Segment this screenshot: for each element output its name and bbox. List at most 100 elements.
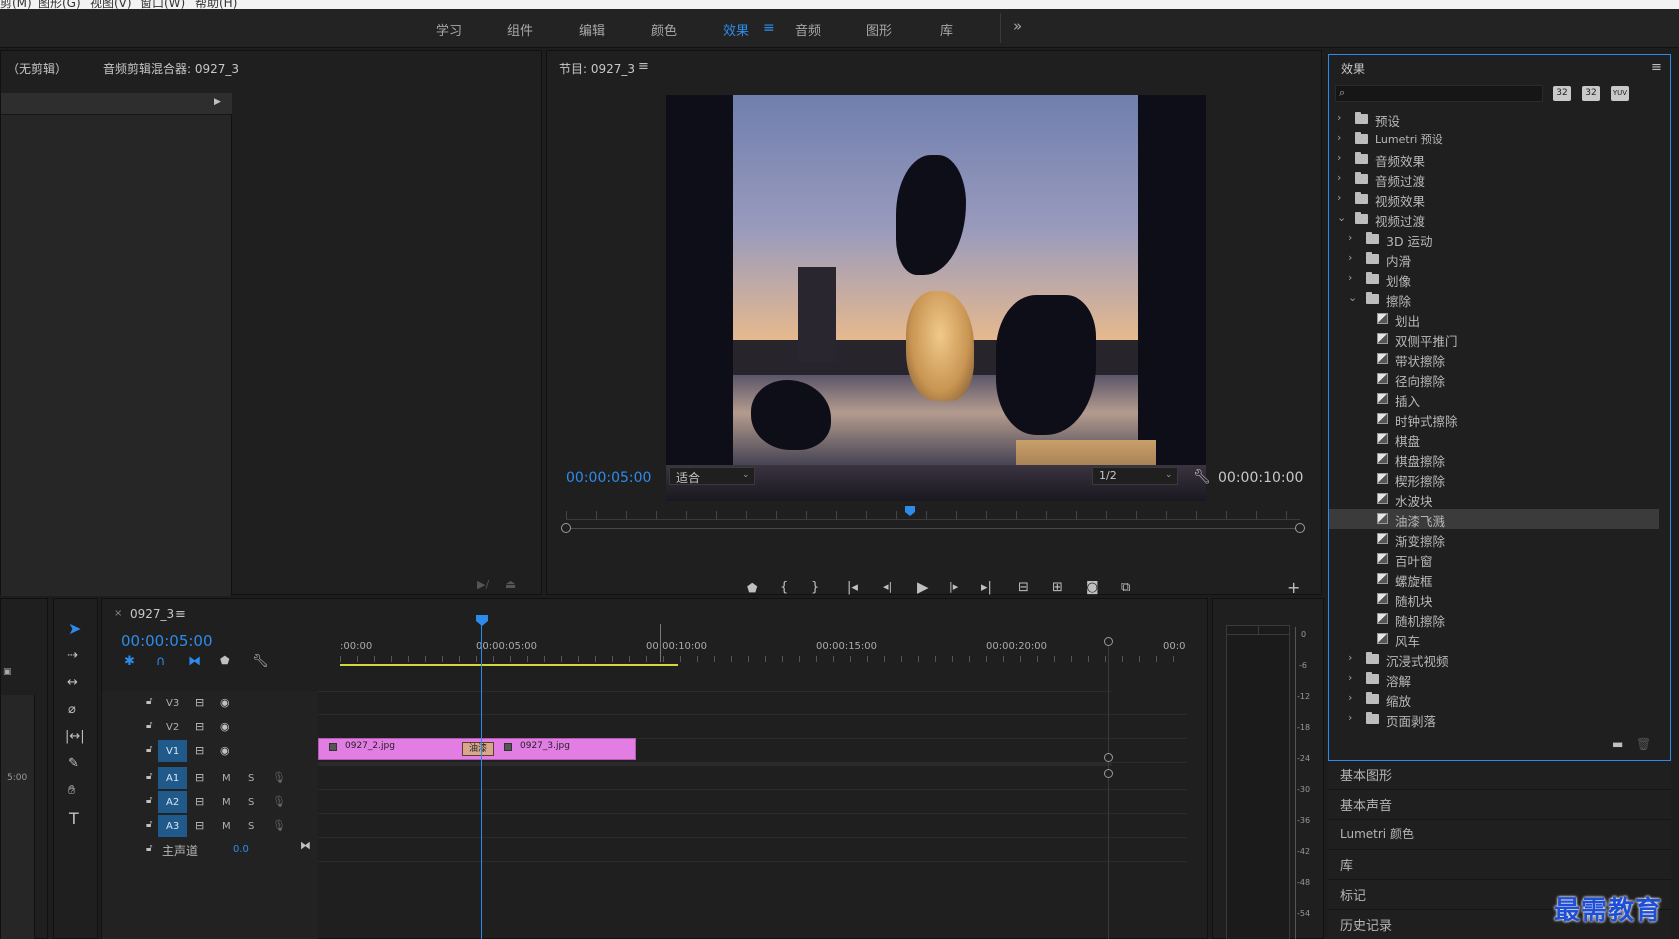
effects-tree-item[interactable]: 随机擦除 [1329,609,1659,629]
lock-icon[interactable]: 🔓︎ [146,697,152,707]
clip-0927-3[interactable]: 0927_3.jpg [478,739,637,759]
effects-tree-item[interactable]: 时钟式擦除 [1329,409,1659,429]
new-bin-icon[interactable]: ▬ [1612,738,1623,750]
effects-tree-item[interactable]: 风车 [1329,629,1659,649]
sync-lock-icon[interactable]: ⊟ [195,820,204,831]
effects-tree-item[interactable]: ⌄ 视频过渡 [1329,209,1659,229]
zoom-bar[interactable] [566,528,1300,529]
chevron-right-icon[interactable]: › [1337,111,1341,124]
lock-icon[interactable]: 🔓︎ [146,796,152,806]
effects-tree-item[interactable]: › 预设 [1329,109,1659,129]
microphone-icon[interactable]: 🎙︎ [272,772,286,783]
lock-icon[interactable]: 🔓︎ [146,772,152,782]
tab-learn[interactable]: 学习 [436,20,462,39]
selection-tool-icon[interactable]: ➤ [68,621,81,637]
effects-tree-item[interactable]: › Lumetri 预设 [1329,129,1659,149]
chevron-down-icon[interactable]: ⌄ [1348,291,1357,304]
sync-lock-icon[interactable]: ⊟ [195,796,204,807]
effects-tree-item[interactable]: › 溶解 [1329,669,1659,689]
tab-audio-clip-mixer[interactable]: 音频剪辑混合器: 0927_3 [103,60,239,77]
tab-editing[interactable]: 编辑 [579,20,605,39]
track-label-v3[interactable]: V3 [166,698,179,709]
camera-icon[interactable]: ◙ [1086,581,1099,594]
effects-tree-item[interactable]: › 沉浸式视频 [1329,649,1659,669]
effects-tree-item[interactable]: › 页面剥落 [1329,709,1659,729]
track-label-a2[interactable]: A2 [166,797,179,808]
effects-tree-item[interactable]: 水波块 [1329,489,1659,509]
menu-item-window[interactable]: 窗口(W) [140,0,185,9]
effects-tree-item[interactable]: › 音频过渡 [1329,169,1659,189]
more-workspaces-icon[interactable]: » [1013,17,1022,35]
add-button-icon[interactable]: + [1287,580,1300,596]
panel-lumetri-color[interactable]: Lumetri 颜色 [1340,825,1414,842]
master-volume-value[interactable]: 0.0 [233,844,249,855]
panel-essential-sound[interactable]: 基本声音 [1340,795,1392,814]
close-tab-icon[interactable]: × [114,609,122,619]
panel-libraries[interactable]: 库 [1340,855,1353,874]
effects-tree-item[interactable]: › 缩放 [1329,689,1659,709]
timeline-settings-wrench-icon[interactable]: 🔧︎ [252,655,269,668]
sync-lock-icon[interactable]: ⊟ [195,772,204,783]
effects-tree-item[interactable]: 棋盘 [1329,429,1659,449]
ripple-edit-tool-icon[interactable]: ↔ [67,676,78,689]
tab-color[interactable]: 颜色 [651,20,677,39]
type-tool-icon[interactable]: T [69,811,79,827]
go-to-in-icon[interactable]: |◂ [847,581,858,594]
accelerated-effects-icon[interactable]: 32 [1553,86,1571,101]
work-area-bar[interactable] [340,664,678,666]
effects-tree-item[interactable]: 螺旋框 [1329,569,1659,589]
step-forward-icon[interactable]: |▸ [949,581,958,592]
clip-0927-2[interactable]: 0927_2.jpg [319,739,478,759]
track-label-v1[interactable]: V1 [166,746,179,757]
mute-button[interactable]: M [222,773,231,784]
chevron-right-icon[interactable]: › [1348,651,1352,664]
panel-history[interactable]: 历史记录 [1340,915,1392,934]
effects-tree-item[interactable]: ⌄ 擦除 [1329,289,1659,309]
step-back-icon[interactable]: ◂| [883,581,892,592]
sequence-tab[interactable]: 0927_3 [130,607,174,621]
scroll-handle[interactable] [1104,637,1113,646]
zoom-handle-right[interactable] [1295,523,1305,533]
snap-icon[interactable]: ∩ [156,655,166,668]
eye-icon[interactable]: ◉ [220,745,230,756]
effects-tree-item[interactable]: 棋盘擦除 [1329,449,1659,469]
expand-arrow-icon[interactable]: ▶ [214,98,221,107]
scroll-handle[interactable] [1104,753,1113,762]
yuv-effects-icon[interactable]: YUV [1611,86,1629,101]
time-ruler[interactable]: :00:00 00:00:05:00 00:00:10:00 00:00:15:… [340,634,1188,674]
microphone-icon[interactable]: 🎙︎ [272,796,286,807]
pen-tool-icon[interactable]: ✎ [68,757,79,770]
mark-in-icon[interactable]: { [780,581,788,594]
project-icon[interactable]: ▣ [3,667,12,677]
mark-out-icon[interactable]: } [811,581,819,594]
chevron-right-icon[interactable]: › [1348,251,1352,264]
effects-tree-item[interactable]: › 3D 运动 [1329,229,1659,249]
chevron-right-icon[interactable]: › [1348,231,1352,244]
timeline-timecode[interactable]: 00:00:05:00 [121,632,213,650]
compare-view-icon[interactable]: ⧉ [1121,581,1130,594]
panel-essential-graphics[interactable]: 基本图形 [1340,765,1392,784]
effects-tree-item[interactable]: 油漆飞溅 [1329,509,1659,529]
tab-audio[interactable]: 音频 [795,20,821,39]
lock-icon[interactable]: 🔓︎ [146,844,152,854]
loop-icon[interactable]: ▶/ [477,579,489,590]
wrench-icon[interactable]: 🔧︎ [1193,470,1211,484]
effects-search-input[interactable]: ⌕ [1335,85,1543,102]
effects-tree-item[interactable]: 双侧平推门 [1329,329,1659,349]
track-label-a3[interactable]: A3 [166,821,179,832]
play-icon[interactable]: ▶ [917,580,929,595]
program-title[interactable]: 节目: 0927_3 [559,60,635,77]
menu-item-graphics[interactable]: 图形(G) [38,0,81,9]
tab-effects[interactable]: 效果 [723,20,749,39]
zoom-handle-left[interactable] [561,523,571,533]
effects-tree-item[interactable]: › 音频效果 [1329,149,1659,169]
lock-icon[interactable]: 🔓︎ [146,745,152,755]
sync-lock-icon[interactable]: ⊟ [195,721,204,732]
vertical-scrollbar[interactable] [1108,639,1109,939]
playhead-timecode[interactable]: 00:00:05:00 [566,470,651,486]
tab-source[interactable]: （无剪辑） [7,60,67,77]
effects-title[interactable]: 效果 [1341,60,1365,77]
effects-tree-item[interactable]: 插入 [1329,389,1659,409]
effects-tree-item[interactable]: 径向擦除 [1329,369,1659,389]
video-frame[interactable] [666,95,1206,501]
